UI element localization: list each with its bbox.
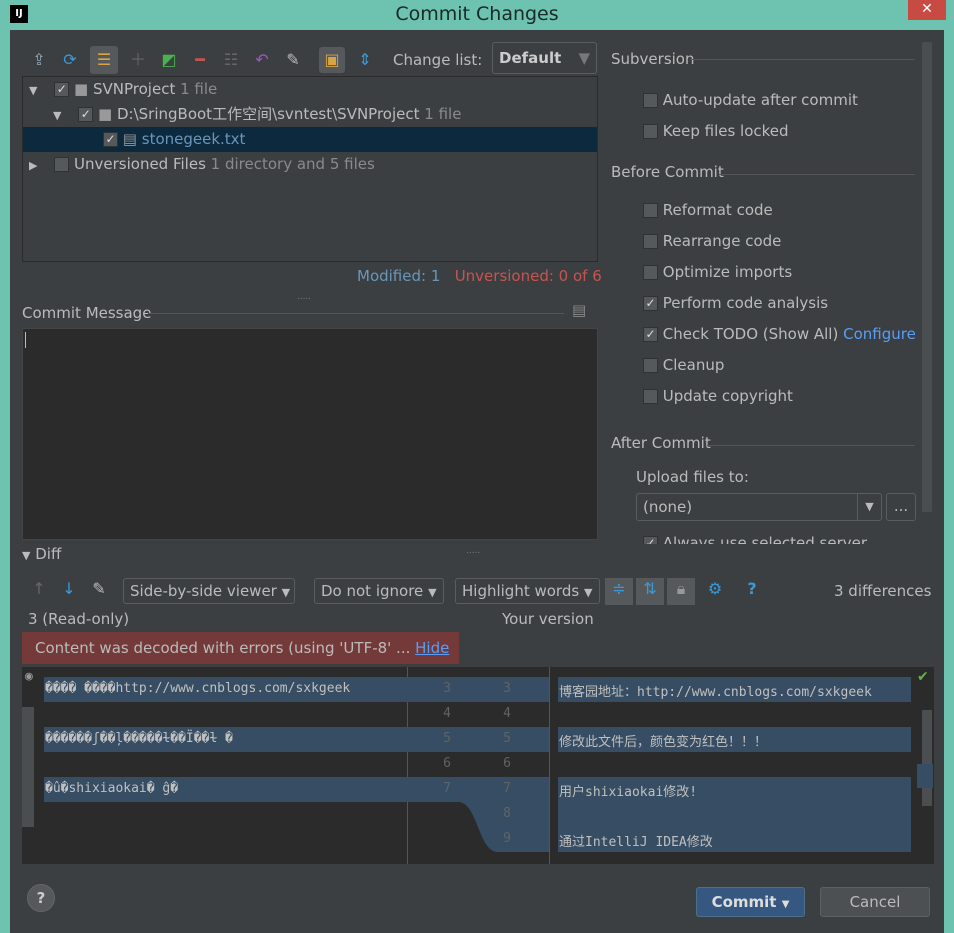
line-number: 7 bbox=[503, 781, 511, 796]
left-line: �û�shixiaokai� ĝ� bbox=[45, 781, 179, 796]
line-number: 3 bbox=[443, 681, 451, 696]
after-commit-section: After Commit bbox=[611, 434, 916, 454]
rearrange-checkbox[interactable]: Rearrange code bbox=[643, 226, 916, 257]
cancel-button[interactable]: Cancel bbox=[820, 887, 930, 917]
divider bbox=[148, 313, 564, 314]
line-number: 5 bbox=[443, 731, 451, 746]
tree-node-unversioned[interactable]: ▶ Unversioned Files 1 directory and 5 fi… bbox=[23, 152, 597, 177]
add-icon[interactable]: ＋ bbox=[127, 49, 149, 71]
line-number: 7 bbox=[443, 781, 451, 796]
commit-button[interactable]: Commit ▼ bbox=[696, 887, 805, 917]
remove-icon[interactable]: ━ bbox=[189, 49, 211, 71]
changelist-label: Change list: bbox=[393, 51, 483, 69]
list-icon[interactable]: ☷ bbox=[220, 49, 242, 71]
upload-server-select[interactable]: (none) ▼ bbox=[636, 493, 882, 521]
line-number: 4 bbox=[503, 706, 511, 721]
close-button[interactable]: ✕ bbox=[908, 0, 946, 20]
right-scrollbar[interactable] bbox=[922, 710, 932, 806]
decode-warning: Content was decoded with errors (using '… bbox=[22, 632, 459, 664]
options-scrollbar[interactable] bbox=[922, 42, 932, 512]
sync-scroll-icon[interactable]: ⇅ bbox=[636, 578, 664, 605]
always-use-server-checkbox[interactable]: ✓ Always use selected server bbox=[643, 532, 913, 544]
right-line: 通过IntelliJ IDEA修改 bbox=[559, 835, 713, 850]
diff-toggle[interactable]: ▼ Diff bbox=[22, 545, 61, 563]
ignore-select[interactable]: Do not ignore ▼ bbox=[314, 578, 444, 604]
cleanup-checkbox[interactable]: Cleanup bbox=[643, 350, 916, 381]
line-number: 5 bbox=[503, 731, 511, 746]
text-caret bbox=[25, 332, 26, 348]
changes-toolbar: ⇪ ⟳ ☰ ＋ ◩ ━ ☷ ↶ ✎ ▣ ⇕ Change list: bbox=[28, 46, 482, 74]
left-line: ���� ����http://www.cnblogs.com/sxkgeek bbox=[45, 681, 351, 696]
keep-locked-checkbox[interactable]: Keep files locked bbox=[643, 116, 916, 147]
left-line: ������ʃ��ļ�����ɫ��Ϊ��ɫ � bbox=[45, 731, 233, 746]
hide-link[interactable]: Hide bbox=[415, 639, 449, 657]
group-icon[interactable]: ☰ bbox=[90, 46, 118, 74]
lock-icon[interactable]: 🔒︎ bbox=[667, 578, 695, 605]
left-scrollbar[interactable] bbox=[22, 707, 34, 827]
server-config-button[interactable]: ... bbox=[886, 493, 916, 521]
differences-count: 3 differences bbox=[834, 582, 932, 600]
unversioned-count: Unversioned: 0 of 6 bbox=[454, 267, 602, 285]
edit-icon[interactable]: ✎ bbox=[88, 578, 110, 600]
line-number: 8 bbox=[503, 806, 511, 821]
reformat-checkbox[interactable]: Reformat code bbox=[643, 195, 916, 226]
no-problems-icon: ✔ bbox=[917, 669, 929, 685]
app-icon: IJ bbox=[10, 5, 28, 23]
check-todo-checkbox[interactable]: ✓ Check TODO (Show All) Configure bbox=[643, 319, 916, 350]
right-line: 博客园地址：http://www.cnblogs.com/sxkgeek bbox=[559, 685, 872, 700]
message-history-icon[interactable]: ▤ bbox=[572, 301, 586, 319]
prev-diff-icon[interactable]: ↑ bbox=[28, 578, 50, 600]
move-icon[interactable]: ◩ bbox=[158, 49, 180, 71]
commit-message-label: Commit Message bbox=[22, 304, 152, 322]
tree-node-file[interactable]: ✓ ▤ stonegeek.txt bbox=[23, 127, 597, 152]
window-title: Commit Changes bbox=[395, 3, 559, 25]
right-editor[interactable]: 博客园地址：http://www.cnblogs.com/sxkgeek 修改此… bbox=[549, 667, 934, 864]
changes-tree: ▼ ✓ ■ SVNProject 1 file ▼ ✓ ■ D:\SringBo… bbox=[22, 76, 598, 262]
tree-node-project[interactable]: ▼ ✓ ■ SVNProject 1 file bbox=[23, 77, 597, 102]
right-line: 用户shixiaokai修改! bbox=[559, 785, 698, 800]
upload-label: Upload files to: bbox=[636, 468, 749, 486]
help-button[interactable]: ? bbox=[27, 884, 55, 912]
code-analysis-checkbox[interactable]: ✓ Perform code analysis bbox=[643, 288, 916, 319]
revert-icon[interactable]: ↶ bbox=[251, 49, 273, 71]
show-folders-icon[interactable]: ▣ bbox=[319, 47, 345, 73]
title-bar: Commit Changes bbox=[0, 0, 954, 30]
highlight-select[interactable]: Highlight words ▼ bbox=[455, 578, 600, 604]
optimize-imports-checkbox[interactable]: Optimize imports bbox=[643, 257, 916, 288]
subversion-section: Subversion bbox=[611, 50, 916, 70]
expand-all-icon[interactable]: ⇕ bbox=[354, 49, 376, 71]
left-editor[interactable]: ◉ ���� ����http://www.cnblogs.com/sxkgee… bbox=[22, 667, 408, 864]
tree-node-folder[interactable]: ▼ ✓ ■ D:\SringBoot工作空间\svntest\SVNProjec… bbox=[23, 102, 597, 127]
viewer-select[interactable]: Side-by-side viewer ▼ bbox=[123, 578, 295, 604]
line-number: 6 bbox=[443, 756, 451, 771]
changelist-select[interactable]: Default ▼ bbox=[492, 42, 597, 74]
line-number: 4 bbox=[443, 706, 451, 721]
edit-source-icon[interactable]: ✎ bbox=[282, 49, 304, 71]
help-icon[interactable]: ? bbox=[741, 578, 763, 600]
eye-icon[interactable]: ◉ bbox=[25, 669, 33, 684]
auto-update-checkbox[interactable]: Auto-update after commit bbox=[643, 85, 916, 116]
before-commit-section: Before Commit bbox=[611, 163, 916, 183]
line-number: 3 bbox=[503, 681, 511, 696]
right-line: 修改此文件后，颜色变为红色！！！ bbox=[559, 735, 768, 750]
diff-gutter bbox=[408, 677, 550, 852]
settings-gear-icon[interactable]: ⚙ bbox=[704, 578, 726, 600]
collapse-unchanged-icon[interactable]: ≑ bbox=[605, 578, 633, 605]
modified-count: Modified: 1 bbox=[357, 267, 441, 285]
line-number: 6 bbox=[503, 756, 511, 771]
refresh-icon[interactable]: ⟳ bbox=[59, 49, 81, 71]
update-copyright-checkbox[interactable]: Update copyright bbox=[643, 381, 916, 412]
diff-viewer: ◉ ���� ����http://www.cnblogs.com/sxkgee… bbox=[22, 667, 934, 864]
left-title: 3 (Read-only) bbox=[28, 610, 130, 628]
right-title: Your version bbox=[502, 610, 594, 628]
next-diff-icon[interactable]: ↓ bbox=[58, 578, 80, 600]
commit-icon[interactable]: ⇪ bbox=[28, 49, 50, 71]
configure-link[interactable]: Configure bbox=[843, 325, 916, 343]
line-number: 9 bbox=[503, 831, 511, 846]
commit-message-input[interactable] bbox=[22, 328, 598, 540]
